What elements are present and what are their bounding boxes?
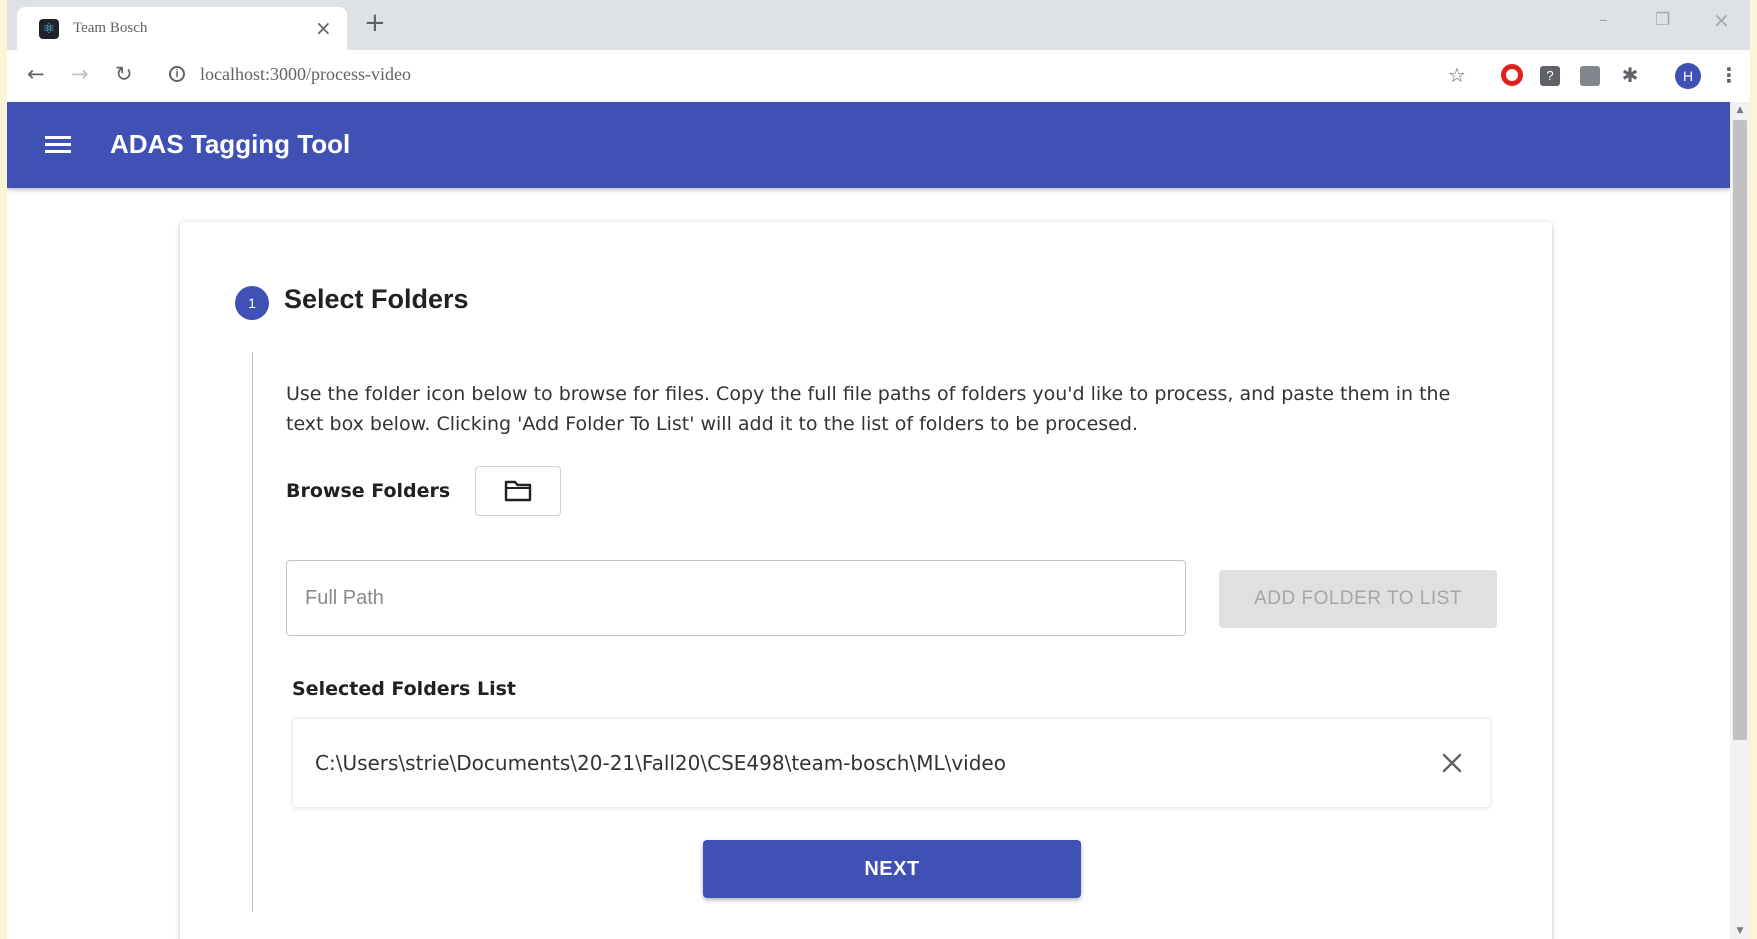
- apps-extension-icon[interactable]: [1580, 66, 1600, 86]
- stepper-card: 1 Select Folders Use the folder icon bel…: [180, 222, 1552, 939]
- restore-button[interactable]: ❐: [1655, 10, 1670, 30]
- browse-folder-button[interactable]: [475, 466, 561, 516]
- selected-folders-label: Selected Folders List: [292, 678, 516, 700]
- scroll-thumb[interactable]: [1733, 120, 1747, 740]
- site-info-icon[interactable]: i: [169, 66, 185, 82]
- back-arrow-icon[interactable]: ←: [27, 62, 45, 86]
- browse-folders-label: Browse Folders: [286, 480, 451, 502]
- selected-folders-list: C:\Users\strie\Documents\20-21\Fall20\CS…: [292, 718, 1491, 808]
- step-instructions: Use the folder icon below to browse for …: [286, 383, 1451, 435]
- step-connector-line: [252, 352, 253, 912]
- hamburger-menu-icon[interactable]: [45, 136, 71, 154]
- more-menu-icon[interactable]: ⋮: [1717, 63, 1741, 87]
- extensions-puzzle-icon[interactable]: ✱: [1618, 63, 1642, 87]
- reload-icon[interactable]: ↻: [115, 62, 133, 86]
- tab-strip: ⚛ Team Bosch × + – ❐ ×: [7, 0, 1750, 50]
- step-number-badge: 1: [235, 286, 269, 320]
- close-icon: [1442, 753, 1462, 773]
- page-scrollbar[interactable]: ▲ ▼: [1730, 102, 1750, 939]
- full-path-input[interactable]: [286, 560, 1186, 636]
- add-folder-button[interactable]: ADD FOLDER TO LIST: [1219, 570, 1497, 628]
- remove-folder-button[interactable]: [1436, 747, 1468, 779]
- minimize-button[interactable]: –: [1599, 10, 1608, 30]
- tab-close-icon[interactable]: ×: [315, 16, 332, 40]
- app-title: ADAS Tagging Tool: [110, 129, 351, 159]
- scroll-down-icon[interactable]: ▼: [1730, 923, 1750, 939]
- folder-icon: [504, 480, 532, 502]
- app-bar: ADAS Tagging Tool: [7, 102, 1730, 188]
- extension-icon[interactable]: ?: [1540, 66, 1560, 86]
- forward-arrow-icon[interactable]: →: [71, 62, 89, 86]
- browser-tab[interactable]: ⚛ Team Bosch ×: [17, 7, 347, 50]
- bookmark-star-icon[interactable]: ☆: [1445, 63, 1469, 87]
- step-title: Select Folders: [284, 284, 469, 314]
- window-close-button[interactable]: ×: [1713, 8, 1730, 32]
- new-tab-button[interactable]: +: [364, 8, 386, 38]
- tab-title: Team Bosch: [73, 20, 148, 36]
- address-bar[interactable]: localhost:3000/process-video: [200, 64, 411, 85]
- browser-toolbar: ← → ↻ i localhost:3000/process-video ☆ ?…: [7, 50, 1750, 103]
- scroll-up-icon[interactable]: ▲: [1730, 102, 1750, 118]
- react-favicon-icon: ⚛: [39, 19, 59, 39]
- browser-window: ⚛ Team Bosch × + – ❐ × ← → ↻ i localhost…: [7, 0, 1750, 939]
- opera-extension-icon[interactable]: [1501, 64, 1523, 86]
- next-button[interactable]: NEXT: [703, 840, 1081, 898]
- profile-avatar[interactable]: H: [1675, 63, 1701, 89]
- list-item: C:\Users\strie\Documents\20-21\Fall20\CS…: [315, 751, 1006, 775]
